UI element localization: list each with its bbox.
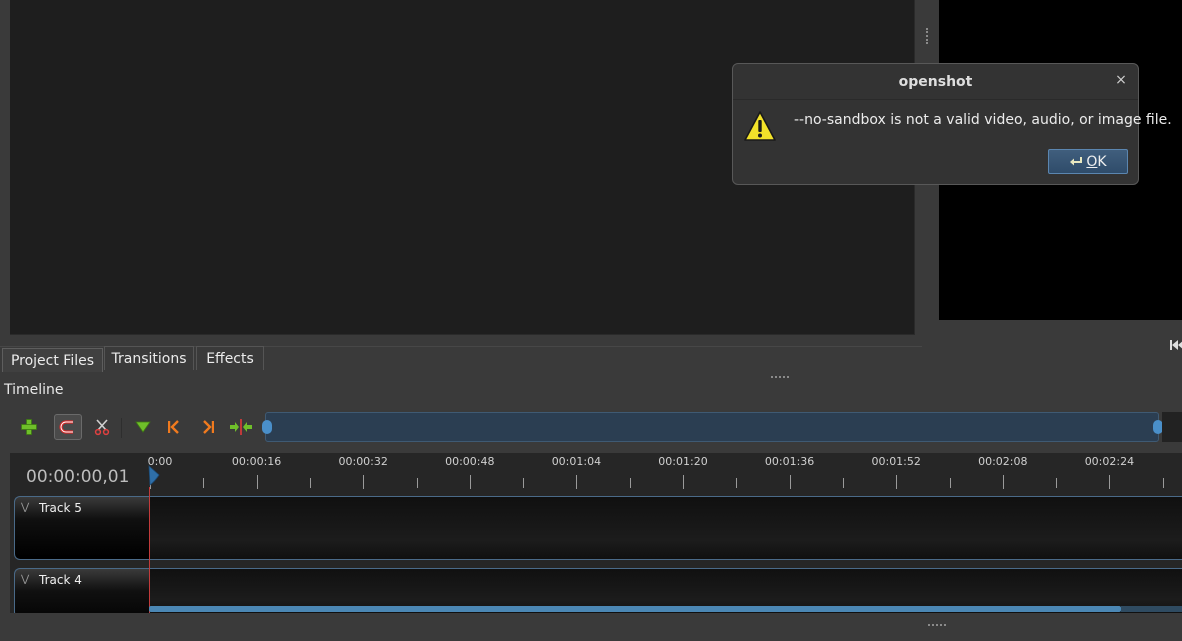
jump-to-start-icon[interactable] [1168,336,1182,354]
timeline-title: Timeline [4,382,64,398]
ruler-minor-tick [203,478,205,488]
zoom-track [1162,412,1182,442]
dialog-title: openshot [898,74,973,90]
enter-icon [1070,156,1083,165]
chevron-down-icon[interactable]: ⋁ [21,502,29,513]
ok-label-mnemonic: O [1086,153,1098,170]
timeline-horizontal-scrollbar[interactable] [149,606,1121,612]
next-marker-button[interactable] [194,414,222,440]
ruler-major-tick [789,475,791,489]
ruler-minor-tick [523,478,525,488]
ruler-major-tick [1002,475,1004,489]
ok-button[interactable]: OK [1048,149,1128,174]
zoom-handle-left[interactable] [262,420,272,434]
ruler-major-tick [469,475,471,489]
ruler-time-label: 00:00:32 [338,455,388,468]
ruler-major-tick [576,475,578,489]
razor-tool-button[interactable] [88,414,116,440]
tab-effects[interactable]: Effects [196,346,264,370]
razor-icon [94,419,110,436]
ruler-time-label: 00:01:20 [658,455,708,468]
toolbar-separator [121,418,122,438]
center-playhead-button[interactable] [227,414,255,440]
track-header[interactable]: ⋁ Track 5 [14,496,150,560]
scrollbar-track [1121,606,1182,612]
tab-transitions[interactable]: Transitions [104,346,194,370]
ruler-minor-tick [736,478,738,488]
ruler-minor-tick [629,478,631,488]
next-marker-icon [203,420,214,434]
previous-marker-button[interactable] [160,414,188,440]
track-lane[interactable] [149,496,1182,560]
add-track-button[interactable] [15,414,43,440]
timeline-zoom-scrollbar[interactable] [265,412,1159,442]
track-name: Track 5 [39,501,82,515]
ruler-minor-tick [1162,478,1164,488]
ruler-minor-tick [842,478,844,488]
ruler-minor-tick [949,478,951,488]
status-area [0,613,1182,641]
ruler-minor-tick [1056,478,1058,488]
ruler-time-label: 00:00:16 [231,455,282,468]
playhead-line [149,487,150,613]
track-header[interactable]: ⋁ Track 4 [14,568,150,618]
ruler-time-label: 00:01:04 [551,455,602,468]
dialog-divider [733,99,1138,100]
center-playhead-icon [230,419,252,435]
previous-marker-icon [168,420,179,434]
ruler-time-label: 00:00:48 [445,455,495,468]
splitter-handle[interactable] [771,376,789,380]
ruler-major-tick [1109,475,1111,489]
ruler-time-label: 00:02:08 [978,455,1028,468]
close-icon[interactable]: × [1113,72,1129,88]
tab-project-files[interactable]: Project Files [2,348,103,372]
track-name: Track 4 [39,573,82,587]
add-marker-icon [135,421,151,433]
splitter-handle[interactable] [926,28,931,44]
dialog-message: --no-sandbox is not a valid video, audio… [794,112,1172,128]
ok-label-rest: K [1097,153,1107,170]
ruler-major-tick [896,475,898,489]
snap-magnet-icon [59,420,73,434]
chevron-down-icon[interactable]: ⋁ [21,574,29,585]
ruler-major-tick [363,475,365,489]
ruler-major-tick [256,475,258,489]
ruler-minor-tick [309,478,311,488]
ruler-time-label: 00:01:52 [871,455,921,468]
playhead-handle[interactable] [148,465,160,487]
ruler-major-tick [683,475,684,489]
error-dialog: openshot × --no-sandbox is not a valid v… [732,63,1172,185]
timecode-display: 00:00:00,01 [26,467,130,487]
ruler-time-label: 00:01:36 [764,455,815,468]
warning-icon [744,111,776,141]
add-track-icon [21,419,37,435]
ruler-minor-tick [416,478,418,488]
snap-toggle-button[interactable] [54,414,82,440]
ruler-time-label: 00:02:24 [1084,455,1135,468]
splitter-handle[interactable] [928,624,946,628]
add-marker-button[interactable] [129,414,157,440]
